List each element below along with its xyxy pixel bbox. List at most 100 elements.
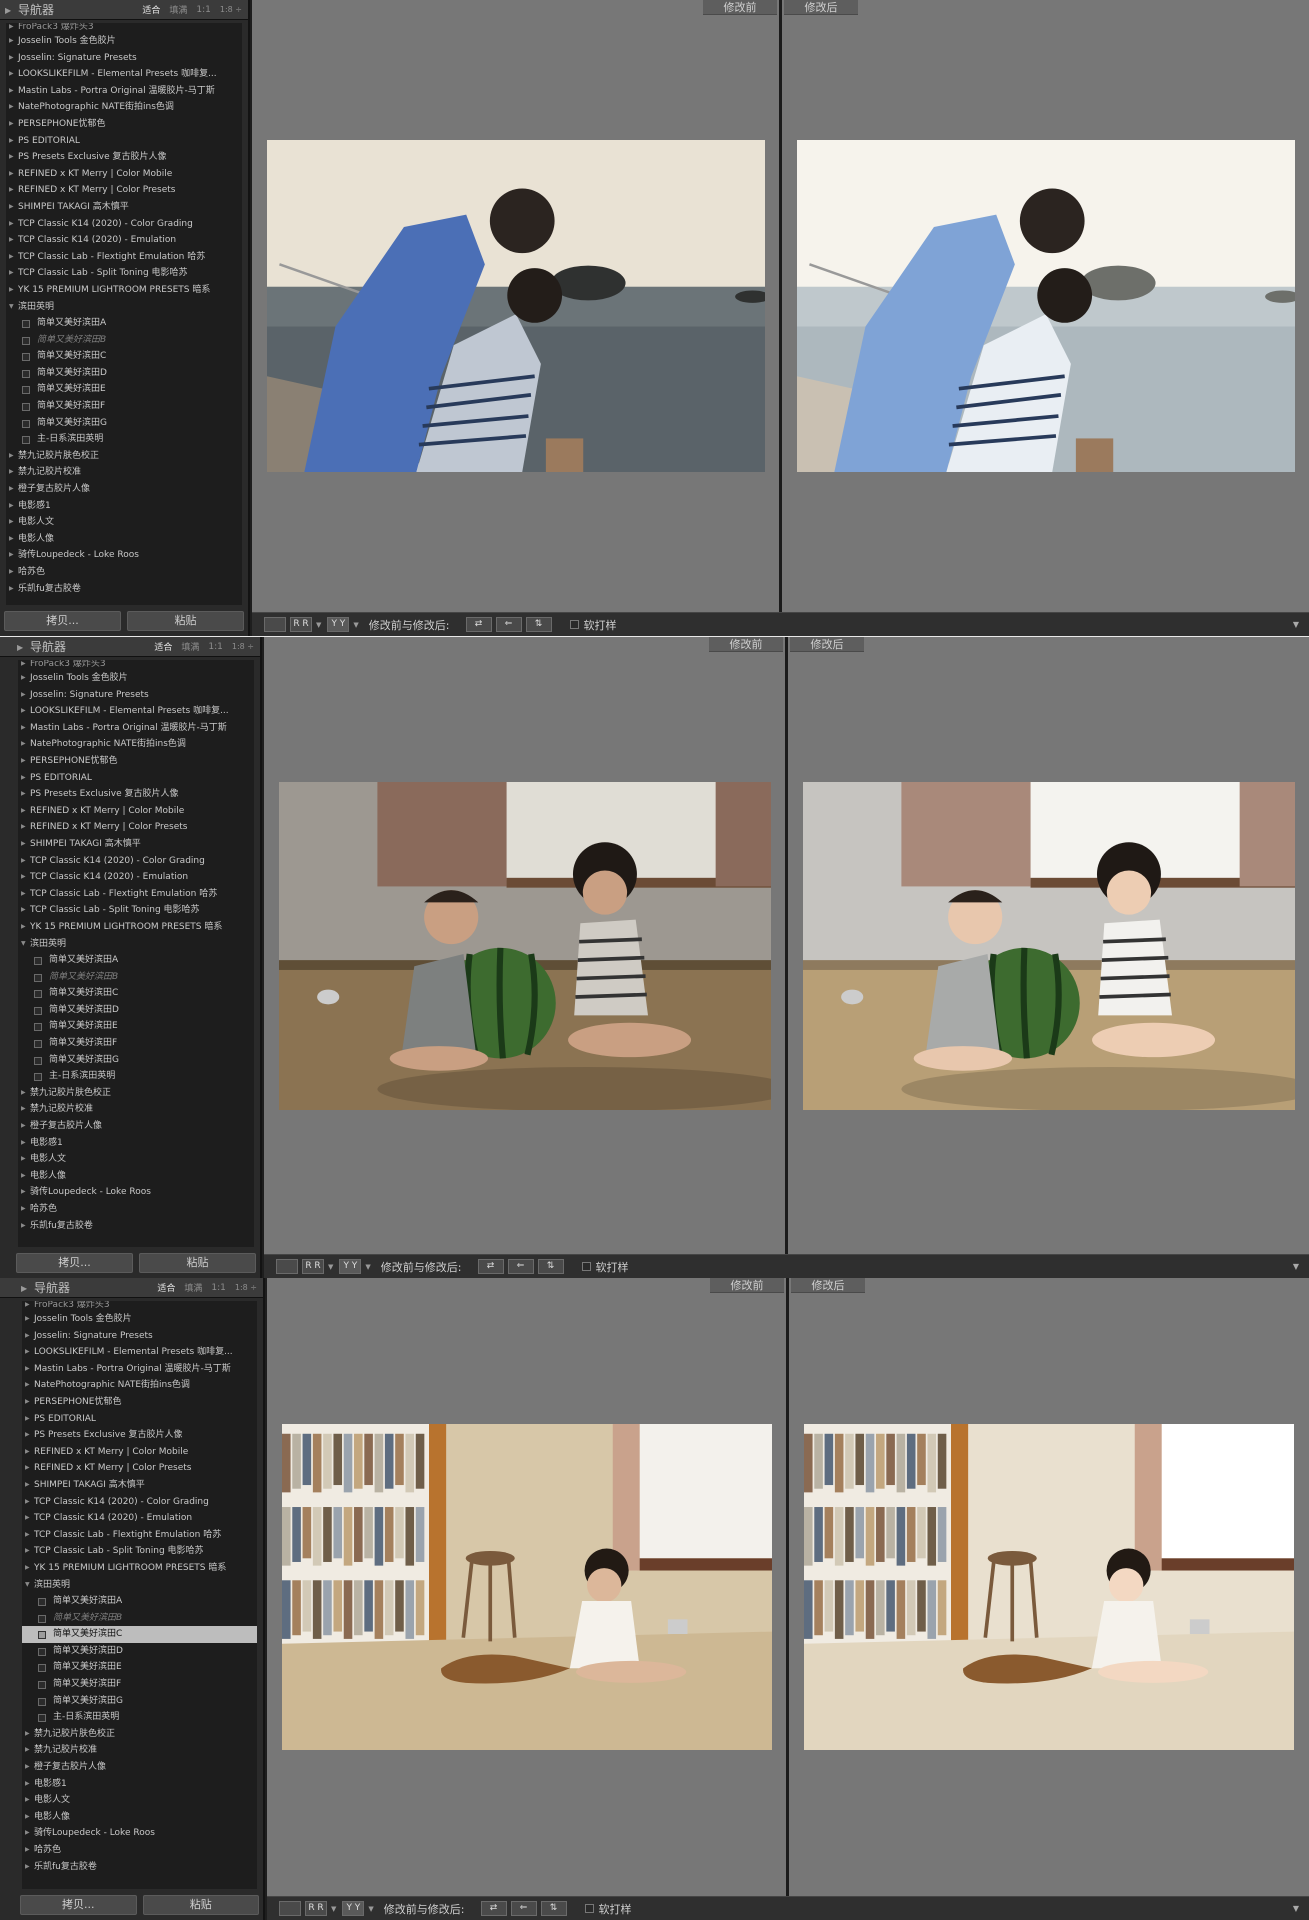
paste-button[interactable]: 粘贴 [139,1253,256,1273]
preset-folder[interactable]: ▶ FroPack3 爆炸头3 [18,660,254,670]
preset-folder[interactable]: ▶ FroPack3 爆炸头3 [6,23,242,33]
chevron-down-icon[interactable]: ▼ [365,1263,370,1271]
preset-folder[interactable]: ▶ 电影人文 [6,514,242,531]
preset-item[interactable]: 简单又美好滨田F [6,398,242,415]
preset-item[interactable]: 简单又美好滨田G [22,1693,257,1710]
chevron-down-icon[interactable]: ▼ [316,621,321,629]
preset-folder[interactable]: ▶ Mastin Labs - Portra Original 温暖胶片-马丁斯 [22,1361,257,1378]
preset-folder[interactable]: ▶ PS EDITORIAL [18,770,254,787]
preset-folder[interactable]: ▶ PS EDITORIAL [6,133,242,150]
paste-button[interactable]: 粘贴 [142,1895,259,1915]
preset-folder[interactable]: ▶ Josselin: Signature Presets [6,50,242,67]
zoom-fit[interactable]: 适合 [154,640,172,653]
compare-yy-button[interactable]: Y Y [342,1901,365,1916]
preset-folder-open[interactable]: ▼ 滨田英明 [22,1577,257,1594]
preset-item[interactable]: 简单又美好滨田E [22,1659,257,1676]
zoom-1-1[interactable]: 1:1 [208,642,222,652]
preset-folder[interactable]: ▶ NatePhotographic NATE街拍ins色调 [6,99,242,116]
preset-folder[interactable]: ▶ 骑传Loupedeck - Loke Roos [6,547,242,564]
zoom-1-8[interactable]: 1:8 ÷ [220,5,242,14]
loupe-view-button[interactable] [276,1259,298,1274]
preset-item[interactable]: 简单又美好滨田C [18,985,254,1002]
preset-folder[interactable]: ▶ 骑传Loupedeck - Loke Roos [22,1825,257,1842]
preset-folder[interactable]: ▶ SHIMPEI TAKAGI 高木慎平 [22,1477,257,1494]
preset-folder[interactable]: ▶ YK 15 PREMIUM LIGHTROOM PRESETS 暗系 [6,282,242,299]
preset-folder[interactable]: ▶ 骑传Loupedeck - Loke Roos [18,1184,254,1201]
preset-folder[interactable]: ▶ 电影感1 [6,498,242,515]
preset-folder[interactable]: ▶ TCP Classic Lab - Split Toning 电影哈苏 [6,265,242,282]
preset-item[interactable]: 简单又美好滨田B [18,969,254,986]
preset-item[interactable]: 简单又美好滨田A [6,315,242,332]
after-pane[interactable]: 修改后 [788,637,1309,1254]
preset-folder[interactable]: ▶ TCP Classic Lab - Flextight Emulation 哈… [22,1527,257,1544]
preset-folder[interactable]: ▶ 禁九记胶片肤色校正 [22,1726,257,1743]
preset-folder[interactable]: ▶ 哈苏色 [18,1201,254,1218]
split-icon[interactable]: ⇅ [537,1259,564,1274]
before-pane[interactable]: 修改前 [252,0,779,612]
preset-folder[interactable]: ▶ TCP Classic K14 (2020) - Color Grading [22,1494,257,1511]
preset-folder[interactable]: ▶ LOOKSLIKEFILM - Elemental Presets 咖啡复..… [18,703,254,720]
compare-rr-button[interactable]: R R [290,617,312,632]
preset-folder[interactable]: ▶ TCP Classic K14 (2020) - Emulation [22,1510,257,1527]
preset-folder[interactable]: ▶ 禁九记胶片校准 [18,1101,254,1118]
preset-folder[interactable]: ▶ NatePhotographic NATE街拍ins色调 [18,736,254,753]
preset-folder[interactable]: ▶ 橙子复古胶片人像 [18,1118,254,1135]
preset-folder[interactable]: ▶ 乐凯fu复古胶卷 [22,1859,257,1876]
preset-folder[interactable]: ▶ 电影感1 [22,1776,257,1793]
preset-folder[interactable]: ▶ 橙子复古胶片人像 [6,481,242,498]
swap-icon[interactable]: ⇄ [465,617,492,632]
preset-item[interactable]: 简单又美好滨田D [6,365,242,382]
preset-item[interactable]: 简单又美好滨田G [6,415,242,432]
chevron-down-icon[interactable]: ▼ [328,1263,333,1271]
preset-folder[interactable]: ▶ YK 15 PREMIUM LIGHTROOM PRESETS 暗系 [18,919,254,936]
preset-item[interactable]: 主-日系滨田英明 [6,431,242,448]
preset-folder[interactable]: ▶ TCP Classic Lab - Flextight Emulation 哈… [18,886,254,903]
compare-rr-button[interactable]: R R [302,1259,324,1274]
chevron-down-icon[interactable]: ▼ [1293,620,1299,629]
zoom-fit[interactable]: 适合 [142,3,160,16]
zoom-fill[interactable]: 填满 [181,640,199,653]
preset-folder[interactable]: ▶ Mastin Labs - Portra Original 温暖胶片-马丁斯 [18,720,254,737]
split-icon[interactable]: ⇅ [525,617,552,632]
preset-item[interactable]: 简单又美好滨田B [6,332,242,349]
preset-item[interactable]: 简单又美好滨田C [6,348,242,365]
swap-icon[interactable]: ⇄ [480,1901,507,1916]
zoom-fill[interactable]: 填满 [169,3,187,16]
chevron-down-icon[interactable]: ▼ [331,1905,336,1913]
preset-folder[interactable]: ▶ TCP Classic Lab - Flextight Emulation 哈… [6,249,242,266]
preset-folder[interactable]: ▶ 橙子复古胶片人像 [22,1759,257,1776]
soft-proof-checkbox[interactable] [584,1904,594,1913]
preset-folder[interactable]: ▶ YK 15 PREMIUM LIGHTROOM PRESETS 暗系 [22,1560,257,1577]
preset-folder[interactable]: ▶ TCP Classic K14 (2020) - Emulation [18,869,254,886]
preset-folder[interactable]: ▶ Josselin: Signature Presets [18,687,254,704]
copy-settings-icon[interactable]: ⇐ [495,617,522,632]
preset-item[interactable]: 主-日系滨田英明 [18,1068,254,1085]
preset-folder[interactable]: ▶ PS Presets Exclusive 复古胶片人像 [22,1427,257,1444]
preset-folder[interactable]: ▶ 禁九记胶片肤色校正 [6,448,242,465]
zoom-1-1[interactable]: 1:1 [211,1283,225,1293]
copy-settings-icon[interactable]: ⇐ [507,1259,534,1274]
preset-folder[interactable]: ▶ 电影人像 [6,531,242,548]
preset-folder-open[interactable]: ▼ 滨田英明 [18,936,254,953]
preset-folder[interactable]: ▶ SHIMPEI TAKAGI 高木慎平 [6,199,242,216]
preset-folder[interactable]: ▶ 电影人像 [22,1809,257,1826]
preset-folder[interactable]: ▶ LOOKSLIKEFILM - Elemental Presets 咖啡复..… [22,1344,257,1361]
preset-folder[interactable]: ▶ TCP Classic K14 (2020) - Emulation [6,232,242,249]
preset-folder[interactable]: ▶ Josselin Tools 金色胶片 [6,33,242,50]
preset-folder[interactable]: ▶ 乐凯fu复古胶卷 [6,581,242,598]
preset-folder[interactable]: ▶ Josselin Tools 金色胶片 [18,670,254,687]
navigator-header[interactable]: ▶ 导航器 适合 填满 1:1 1:8 ÷ [0,637,260,657]
chevron-down-icon[interactable]: ▼ [1293,1904,1299,1913]
presets-list[interactable]: ▶ FroPack3 爆炸头3 ▶ Josselin Tools 金色胶片 ▶ Josse… [18,660,254,1247]
preset-item[interactable]: 简单又美好滨田A [18,952,254,969]
preset-folder[interactable]: ▶ TCP Classic Lab - Split Toning 电影哈苏 [18,902,254,919]
preset-folder[interactable]: ▶ Josselin Tools 金色胶片 [22,1311,257,1328]
paste-button[interactable]: 粘贴 [127,611,244,631]
preset-folder[interactable]: ▶ TCP Classic Lab - Split Toning 电影哈苏 [22,1543,257,1560]
preset-folder[interactable]: ▶ FroPack3 爆炸头3 [22,1301,257,1311]
preset-folder[interactable]: ▶ Josselin: Signature Presets [22,1328,257,1345]
zoom-1-1[interactable]: 1:1 [196,5,210,15]
compare-yy-button[interactable]: Y Y [339,1259,362,1274]
preset-folder[interactable]: ▶ REFINED x KT Merry | Color Mobile [6,166,242,183]
preset-folder[interactable]: ▶ 哈苏色 [22,1842,257,1859]
